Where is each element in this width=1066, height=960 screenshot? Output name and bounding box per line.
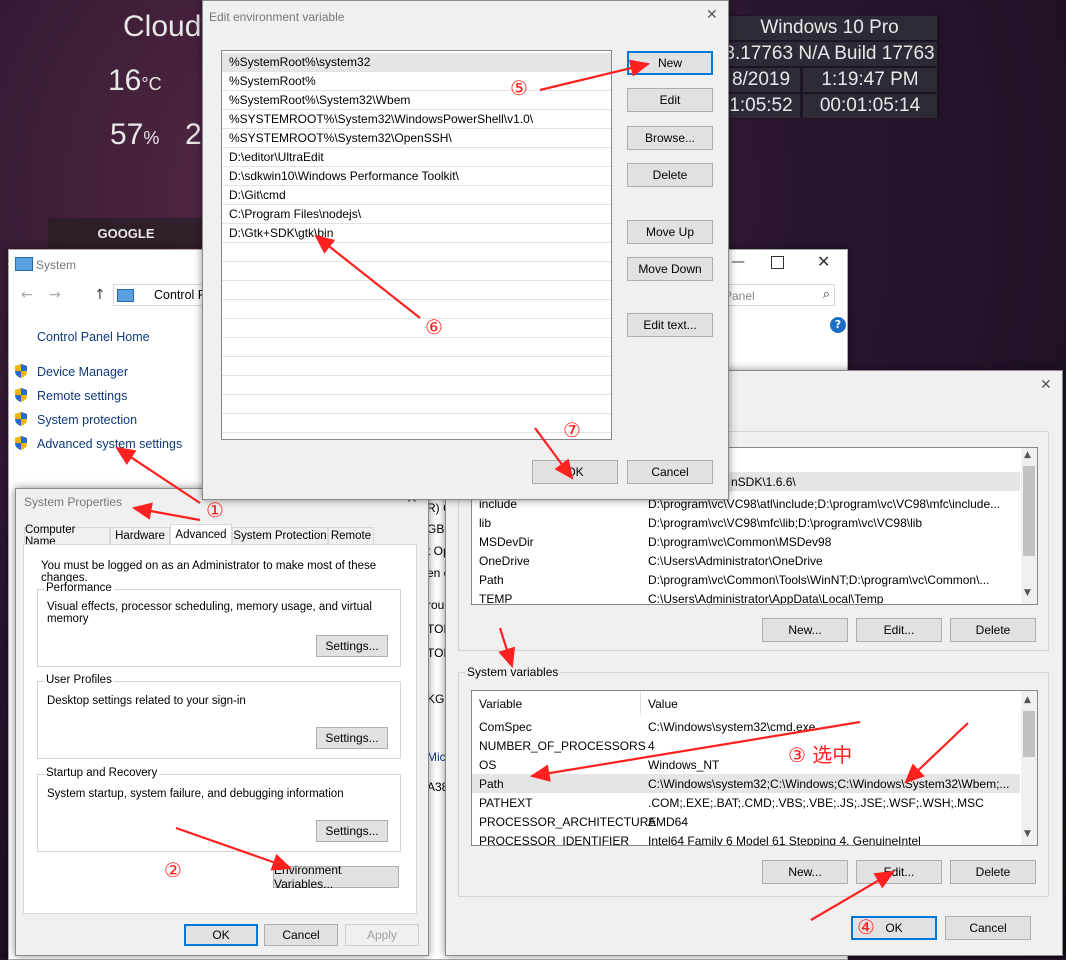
annotation-arrow: [904, 722, 969, 784]
annotation-step-6: ⑥: [425, 315, 443, 339]
annotation-arrow: [115, 446, 201, 504]
annotation-step-1: ①: [206, 498, 224, 522]
annotation-arrow: [131, 502, 201, 522]
annotation-arrow: [810, 870, 895, 921]
annotation-arrow: [539, 59, 651, 92]
annotation-step-4: ④: [857, 915, 875, 939]
annotation-arrow: [175, 826, 293, 871]
annotation-step-3: ③ 选中: [788, 743, 853, 767]
annotation-step-2: ②: [164, 858, 182, 882]
annotation-arrows: [115, 59, 969, 921]
annotation-step-7: ⑦: [563, 418, 581, 442]
annotation-arrow: [498, 627, 516, 669]
annotation-step-5: ⑤: [510, 76, 528, 100]
annotation-arrow: [314, 234, 421, 319]
